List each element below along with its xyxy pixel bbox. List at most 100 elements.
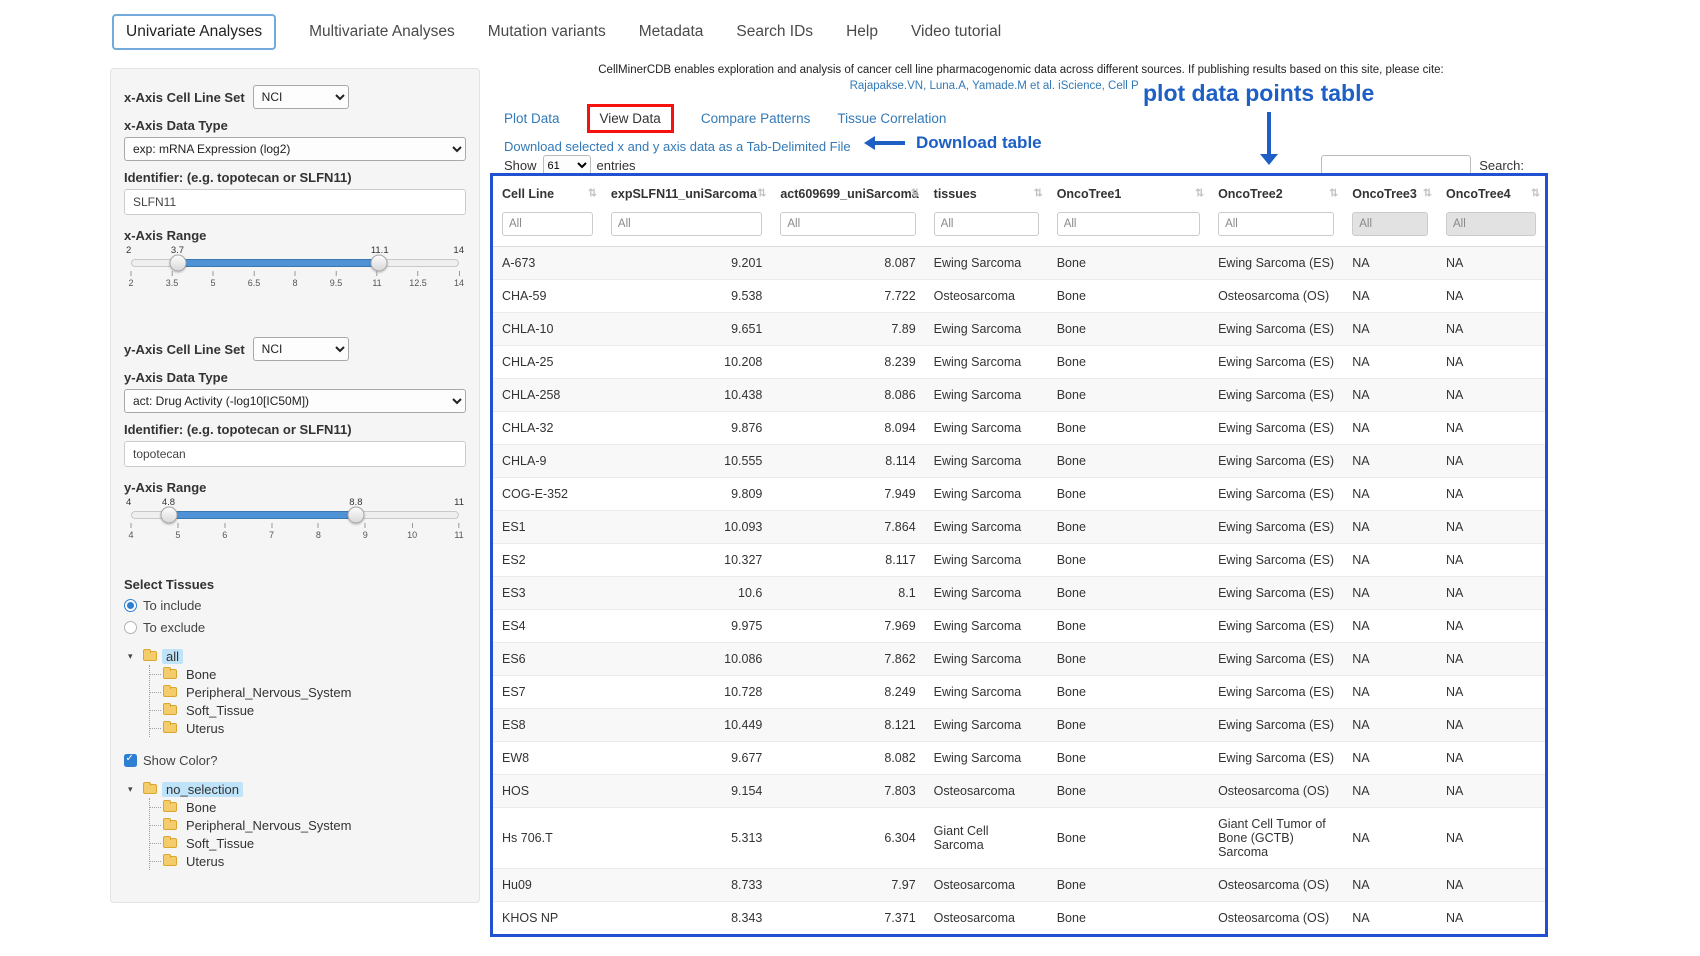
radio-to-include[interactable]: To include	[124, 596, 466, 615]
nav-tab-mutation-variants[interactable]: Mutation variants	[488, 15, 606, 49]
tree-item-label[interactable]: Bone	[182, 667, 220, 682]
table-row: ES810.4498.121Ewing SarcomaBoneEwing Sar…	[493, 709, 1545, 742]
table-body: A-6739.2018.087Ewing SarcomaBoneEwing Sa…	[493, 247, 1545, 935]
nav-tab-help[interactable]: Help	[846, 15, 878, 49]
slider-track[interactable]	[131, 259, 459, 267]
radio-selected-icon	[124, 599, 137, 612]
download-tab-delimited-link[interactable]: Download selected x and y axis data as a…	[504, 139, 851, 154]
tree-root-label[interactable]: no_selection	[162, 782, 243, 797]
sort-icon[interactable]: ⇅	[1195, 187, 1204, 200]
tab-plot-data[interactable]: Plot Data	[504, 111, 560, 126]
sort-icon[interactable]: ⇅	[1329, 187, 1338, 200]
column-header-oncotree3[interactable]: OncoTree3⇅	[1343, 176, 1437, 210]
tab-tissue-correlation[interactable]: Tissue Correlation	[837, 111, 946, 126]
tab-view-data[interactable]: View Data	[600, 111, 661, 126]
table-cell: 8.249	[771, 676, 924, 709]
table-cell: Bone	[1048, 709, 1209, 742]
table-cell: NA	[1437, 610, 1545, 643]
plot-data-points-table-box: Cell Line⇅expSLFN11_uniSarcoma⇅act609699…	[490, 173, 1548, 937]
table-cell: Osteosarcoma	[925, 902, 1048, 935]
table-cell: 8.1	[771, 577, 924, 610]
slider-track[interactable]	[131, 511, 459, 519]
sort-icon[interactable]: ⇅	[1531, 187, 1540, 200]
tab-compare-patterns[interactable]: Compare Patterns	[701, 111, 811, 126]
y-cell-line-set-select[interactable]: NCI	[253, 337, 349, 361]
table-cell: Osteosarcoma (OS)	[1209, 869, 1343, 902]
tree-item-soft_tissue[interactable]: Soft_Tissue	[150, 701, 466, 719]
table-cell: 9.651	[602, 313, 771, 346]
table-cell: Bone	[1048, 280, 1209, 313]
column-filter-input-oncotree1[interactable]	[1057, 212, 1200, 236]
table-cell: Ewing Sarcoma	[925, 676, 1048, 709]
sort-icon[interactable]: ⇅	[1033, 187, 1042, 200]
column-header-tissues[interactable]: tissues⇅	[925, 176, 1048, 210]
tree-item-label[interactable]: Soft_Tissue	[182, 703, 258, 718]
nav-tab-metadata[interactable]: Metadata	[639, 15, 704, 49]
tree-root-all[interactable]: ▾ all	[128, 647, 466, 665]
tree-item-bone[interactable]: Bone	[150, 665, 466, 683]
y-data-type-label: y-Axis Data Type	[124, 370, 466, 385]
slider-handle-low[interactable]	[161, 507, 178, 524]
slider-handle-low[interactable]	[170, 255, 187, 272]
table-cell: 10.555	[602, 445, 771, 478]
tree-item-label[interactable]: Peripheral_Nervous_System	[182, 818, 355, 833]
slider-handle-high[interactable]	[371, 255, 388, 272]
table-cell: NA	[1343, 544, 1437, 577]
tree-item-label[interactable]: Bone	[182, 800, 220, 815]
tree-item-uterus[interactable]: Uterus	[150, 719, 466, 737]
column-filter-input-expslfn11-unisarcoma[interactable]	[611, 212, 762, 236]
table-cell: 7.371	[771, 902, 924, 935]
tree-item-uterus[interactable]: Uterus	[150, 852, 466, 870]
tree-caret-icon[interactable]: ▾	[128, 784, 143, 795]
sort-icon[interactable]: ⇅	[757, 187, 766, 200]
sort-icon[interactable]: ⇅	[588, 187, 597, 200]
column-filter-input-cell-line[interactable]	[502, 212, 593, 236]
x-data-type-select[interactable]: exp: mRNA Expression (log2)	[124, 137, 466, 161]
radio-to-exclude[interactable]: To exclude	[124, 618, 466, 637]
y-identifier-label: Identifier: (e.g. topotecan or SLFN11)	[124, 422, 466, 437]
tree-item-label[interactable]: Uterus	[182, 854, 228, 869]
y-data-type-select[interactable]: act: Drug Activity (-log10[IC50M])	[124, 389, 466, 413]
tree-item-peripheral_nervous_system[interactable]: Peripheral_Nervous_System	[150, 683, 466, 701]
tree-item-label[interactable]: Uterus	[182, 721, 228, 736]
column-filter-input-oncotree3[interactable]	[1352, 212, 1428, 236]
column-header-oncotree1[interactable]: OncoTree1⇅	[1048, 176, 1209, 210]
tree-root-label[interactable]: all	[162, 649, 183, 664]
column-filter-input-oncotree4[interactable]	[1446, 212, 1536, 236]
nav-tab-multivariate-analyses[interactable]: Multivariate Analyses	[309, 15, 455, 49]
column-filter-input-tissues[interactable]	[934, 212, 1039, 236]
table-cell: CHLA-9	[493, 445, 602, 478]
tree-item-soft_tissue[interactable]: Soft_Tissue	[150, 834, 466, 852]
column-header-expslfn11-unisarcoma[interactable]: expSLFN11_uniSarcoma⇅	[602, 176, 771, 210]
y-identifier-input[interactable]	[124, 441, 466, 467]
column-filter-input-act609699-unisarcoma[interactable]	[780, 212, 915, 236]
table-cell: NA	[1343, 775, 1437, 808]
table-cell: NA	[1343, 709, 1437, 742]
tree-item-bone[interactable]: Bone	[150, 798, 466, 816]
nav-tab-univariate-analyses[interactable]: Univariate Analyses	[112, 14, 276, 50]
tree-item-label[interactable]: Peripheral_Nervous_System	[182, 685, 355, 700]
column-header-oncotree4[interactable]: OncoTree4⇅	[1437, 176, 1545, 210]
x-cell-line-set-select[interactable]: NCI	[253, 85, 349, 109]
nav-tab-search-ids[interactable]: Search IDs	[736, 15, 813, 49]
sort-icon[interactable]: ⇅	[1423, 187, 1432, 200]
sort-icon[interactable]: ⇅	[910, 187, 919, 200]
column-header-cell-line[interactable]: Cell Line⇅	[493, 176, 602, 210]
table-cell: Ewing Sarcoma (ES)	[1209, 544, 1343, 577]
column-header-oncotree2[interactable]: OncoTree2⇅	[1209, 176, 1343, 210]
tree-item-peripheral_nervous_system[interactable]: Peripheral_Nervous_System	[150, 816, 466, 834]
column-header-act609699-unisarcoma[interactable]: act609699_uniSarcoma⇅	[771, 176, 924, 210]
x-identifier-input[interactable]	[124, 189, 466, 215]
table-row: ES210.3278.117Ewing SarcomaBoneEwing Sar…	[493, 544, 1545, 577]
slider-handle-high[interactable]	[347, 507, 364, 524]
tree-root-no_selection[interactable]: ▾ no_selection	[128, 780, 466, 798]
show-color-checkbox[interactable]: Show Color?	[124, 751, 466, 770]
nav-tab-video-tutorial[interactable]: Video tutorial	[911, 15, 1001, 49]
column-filter-input-oncotree2[interactable]	[1218, 212, 1334, 236]
tree-caret-icon[interactable]: ▾	[128, 651, 143, 662]
table-cell: 8.121	[771, 709, 924, 742]
tree-item-label[interactable]: Soft_Tissue	[182, 836, 258, 851]
table-cell: Ewing Sarcoma	[925, 379, 1048, 412]
table-cell: Bone	[1048, 577, 1209, 610]
slider-tick: 12.5	[409, 271, 427, 288]
